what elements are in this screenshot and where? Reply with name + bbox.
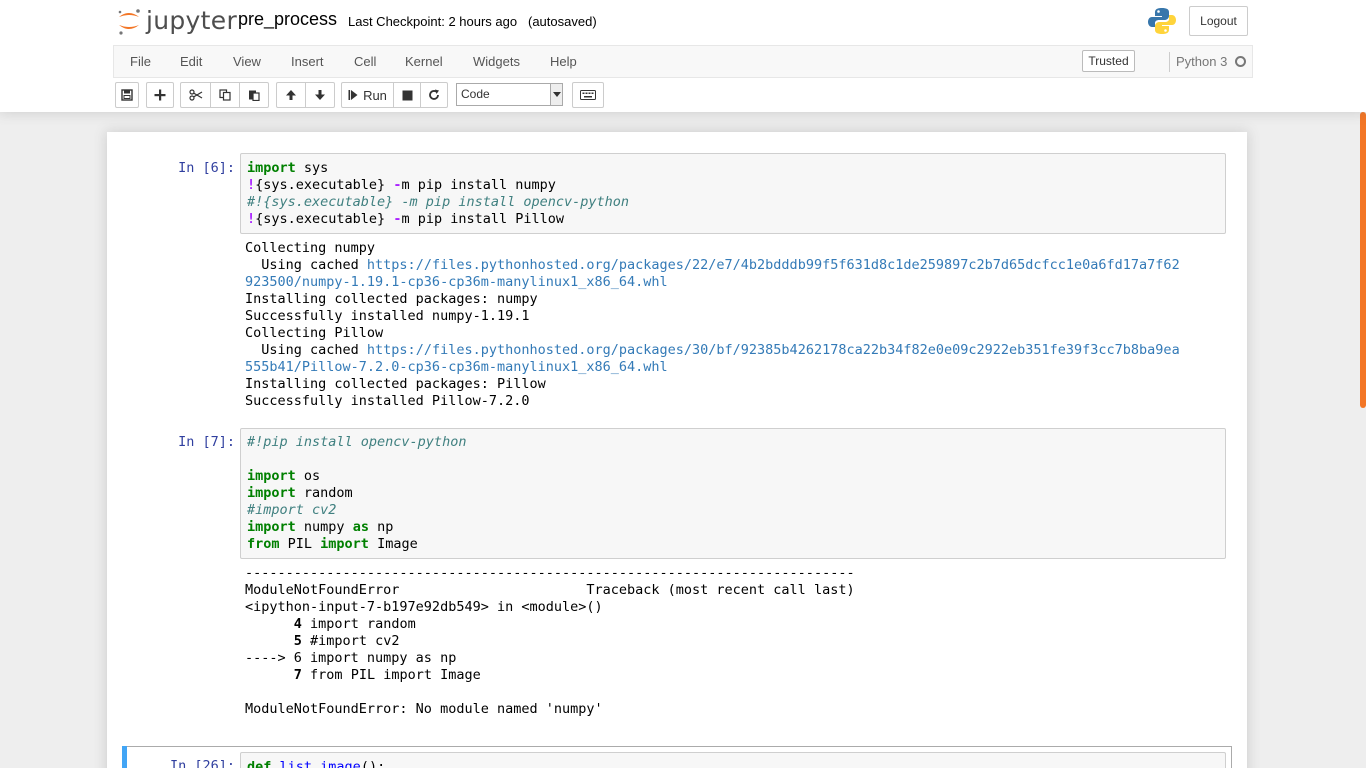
menu-edit[interactable]: Edit (180, 54, 202, 69)
jupyter-wordmark: jupyter (146, 6, 238, 35)
cell-type-value: Code (461, 87, 490, 101)
stop-icon (402, 90, 412, 100)
traceback-line: 5 #import cv2 (245, 633, 400, 650)
header: jupyter pre_process Last Checkpoint: 2 h… (0, 0, 1366, 112)
output-text: Using cached (245, 342, 367, 358)
output-line: Successfully installed Pillow-7.2.0 (245, 393, 530, 409)
paste-button[interactable] (239, 82, 269, 108)
logout-button[interactable]: Logout (1189, 6, 1248, 36)
output-line: Successfully installed numpy-1.19.1 (245, 308, 530, 324)
code-line: import os (247, 468, 321, 484)
save-button[interactable] (115, 82, 139, 108)
page-scrollbar[interactable] (1360, 112, 1366, 768)
line-number: 4 (293, 616, 302, 632)
traceback-current-line: ----> 6 import numpy as np (245, 650, 457, 666)
move-down-button[interactable] (305, 82, 335, 108)
output-link[interactable]: 923500/numpy-1.19.1-cp36-cp36m-manylinux… (245, 274, 668, 291)
cell-prompt: In [6]: (178, 160, 235, 176)
keyboard-icon (580, 90, 596, 100)
toolbar: Run Code (113, 82, 813, 108)
plus-icon (154, 89, 166, 101)
output-line: Using cached https://files.pythonhosted.… (245, 342, 1180, 359)
run-button[interactable]: Run (341, 82, 394, 108)
menu-file[interactable]: File (130, 54, 151, 69)
copy-button[interactable] (210, 82, 240, 108)
output-line: Collecting Pillow (245, 325, 384, 341)
output-link[interactable]: https://files.pythonhosted.org/packages/… (367, 257, 1180, 273)
selected-cell-indicator (122, 746, 127, 768)
copy-icon (219, 89, 231, 101)
traceback-line: 7 from PIL import Image (245, 667, 481, 684)
arrow-down-icon (315, 90, 325, 100)
output-link[interactable]: https://files.pythonhosted.org/packages/… (367, 342, 1180, 358)
output-line: Using cached https://files.pythonhosted.… (245, 257, 1180, 274)
cell-prompt: In [7]: (178, 434, 235, 450)
trusted-indicator[interactable]: Trusted (1082, 50, 1135, 72)
code-line: import sys (247, 160, 329, 176)
scrollbar-thumb[interactable] (1360, 112, 1366, 408)
line-number: 5 (293, 633, 302, 649)
insert-cell-button[interactable] (146, 82, 174, 108)
menu-insert[interactable]: Insert (291, 54, 324, 69)
kernel-separator (1169, 52, 1170, 72)
output-line: Installing collected packages: numpy (245, 291, 538, 307)
output-line: Collecting numpy (245, 240, 376, 256)
menu-help[interactable]: Help (550, 54, 577, 69)
cell-type-select[interactable]: Code (456, 83, 563, 106)
output-line: Installing collected packages: Pillow (245, 376, 546, 392)
command-palette-button[interactable] (572, 82, 604, 108)
code-line: #import cv2 (247, 502, 337, 518)
traceback-location: <ipython-input-7-b197e92db549> in <modul… (245, 599, 603, 615)
output-text: Using cached (245, 257, 367, 273)
run-label: Run (363, 87, 387, 103)
code-line: !{sys.executable} -m pip install numpy (247, 177, 556, 193)
cell-prompt: In [26]: (169, 758, 235, 768)
autosave-status: (autosaved) (528, 14, 597, 29)
save-icon (121, 89, 133, 101)
python-logo-icon (1148, 8, 1176, 34)
error-message: ModuleNotFoundError: No module named 'nu… (245, 701, 603, 717)
code-line: !{sys.executable} -m pip install Pillow (247, 211, 565, 227)
paste-icon (249, 90, 260, 101)
interrupt-button[interactable] (393, 82, 421, 108)
cut-button[interactable] (180, 82, 211, 108)
jupyter-logo-icon (118, 9, 140, 35)
chevron-down-icon (550, 84, 562, 105)
traceback-header: ModuleNotFoundError Traceback (most rece… (245, 582, 855, 598)
code-line: from PIL import Image (247, 536, 418, 552)
checkpoint-status: Last Checkpoint: 2 hours ago (348, 14, 518, 29)
code-line: import numpy as np (247, 519, 394, 535)
kernel-idle-icon (1235, 56, 1246, 67)
kernel-name[interactable]: Python 3 (1176, 54, 1227, 69)
notebook-container: In [6]: import sys !{sys.executable} -m … (107, 132, 1247, 768)
menu-view[interactable]: View (233, 54, 261, 69)
output-link[interactable]: 555b41/Pillow-7.2.0-cp36-cp36m-manylinux… (245, 359, 668, 376)
menubar: File Edit View Insert Cell Kernel Widget… (113, 45, 1253, 78)
traceback-code: import random (301, 616, 416, 632)
traceback-code: from PIL import Image (301, 667, 481, 683)
restart-icon (429, 89, 439, 100)
traceback-line: 4 import random (245, 616, 416, 633)
step-forward-icon (348, 90, 358, 100)
code-line: import random (247, 485, 353, 501)
restart-button[interactable] (420, 82, 448, 108)
traceback-code: #import cv2 (301, 633, 400, 649)
code-cell-input[interactable]: import sys !{sys.executable} -m pip inst… (240, 153, 1226, 234)
jupyter-logo[interactable]: jupyter (116, 6, 237, 36)
arrow-up-icon (286, 90, 296, 100)
move-up-button[interactable] (276, 82, 306, 108)
notebook-name[interactable]: pre_process (238, 9, 337, 30)
line-number: 7 (293, 667, 302, 683)
code-line: def list_image(): (247, 759, 386, 768)
code-cell-input[interactable]: def list_image(): (240, 752, 1226, 768)
code-cell-input[interactable]: #!pip install opencv-python import os im… (240, 428, 1226, 559)
menu-widgets[interactable]: Widgets (473, 54, 520, 69)
code-line: #!{sys.executable} -m pip install opencv… (247, 194, 630, 210)
traceback-separator: ----------------------------------------… (245, 565, 855, 581)
scissors-icon (188, 89, 202, 101)
code-line: #!pip install opencv-python (247, 434, 467, 450)
menu-cell[interactable]: Cell (354, 54, 376, 69)
menu-kernel[interactable]: Kernel (405, 54, 443, 69)
